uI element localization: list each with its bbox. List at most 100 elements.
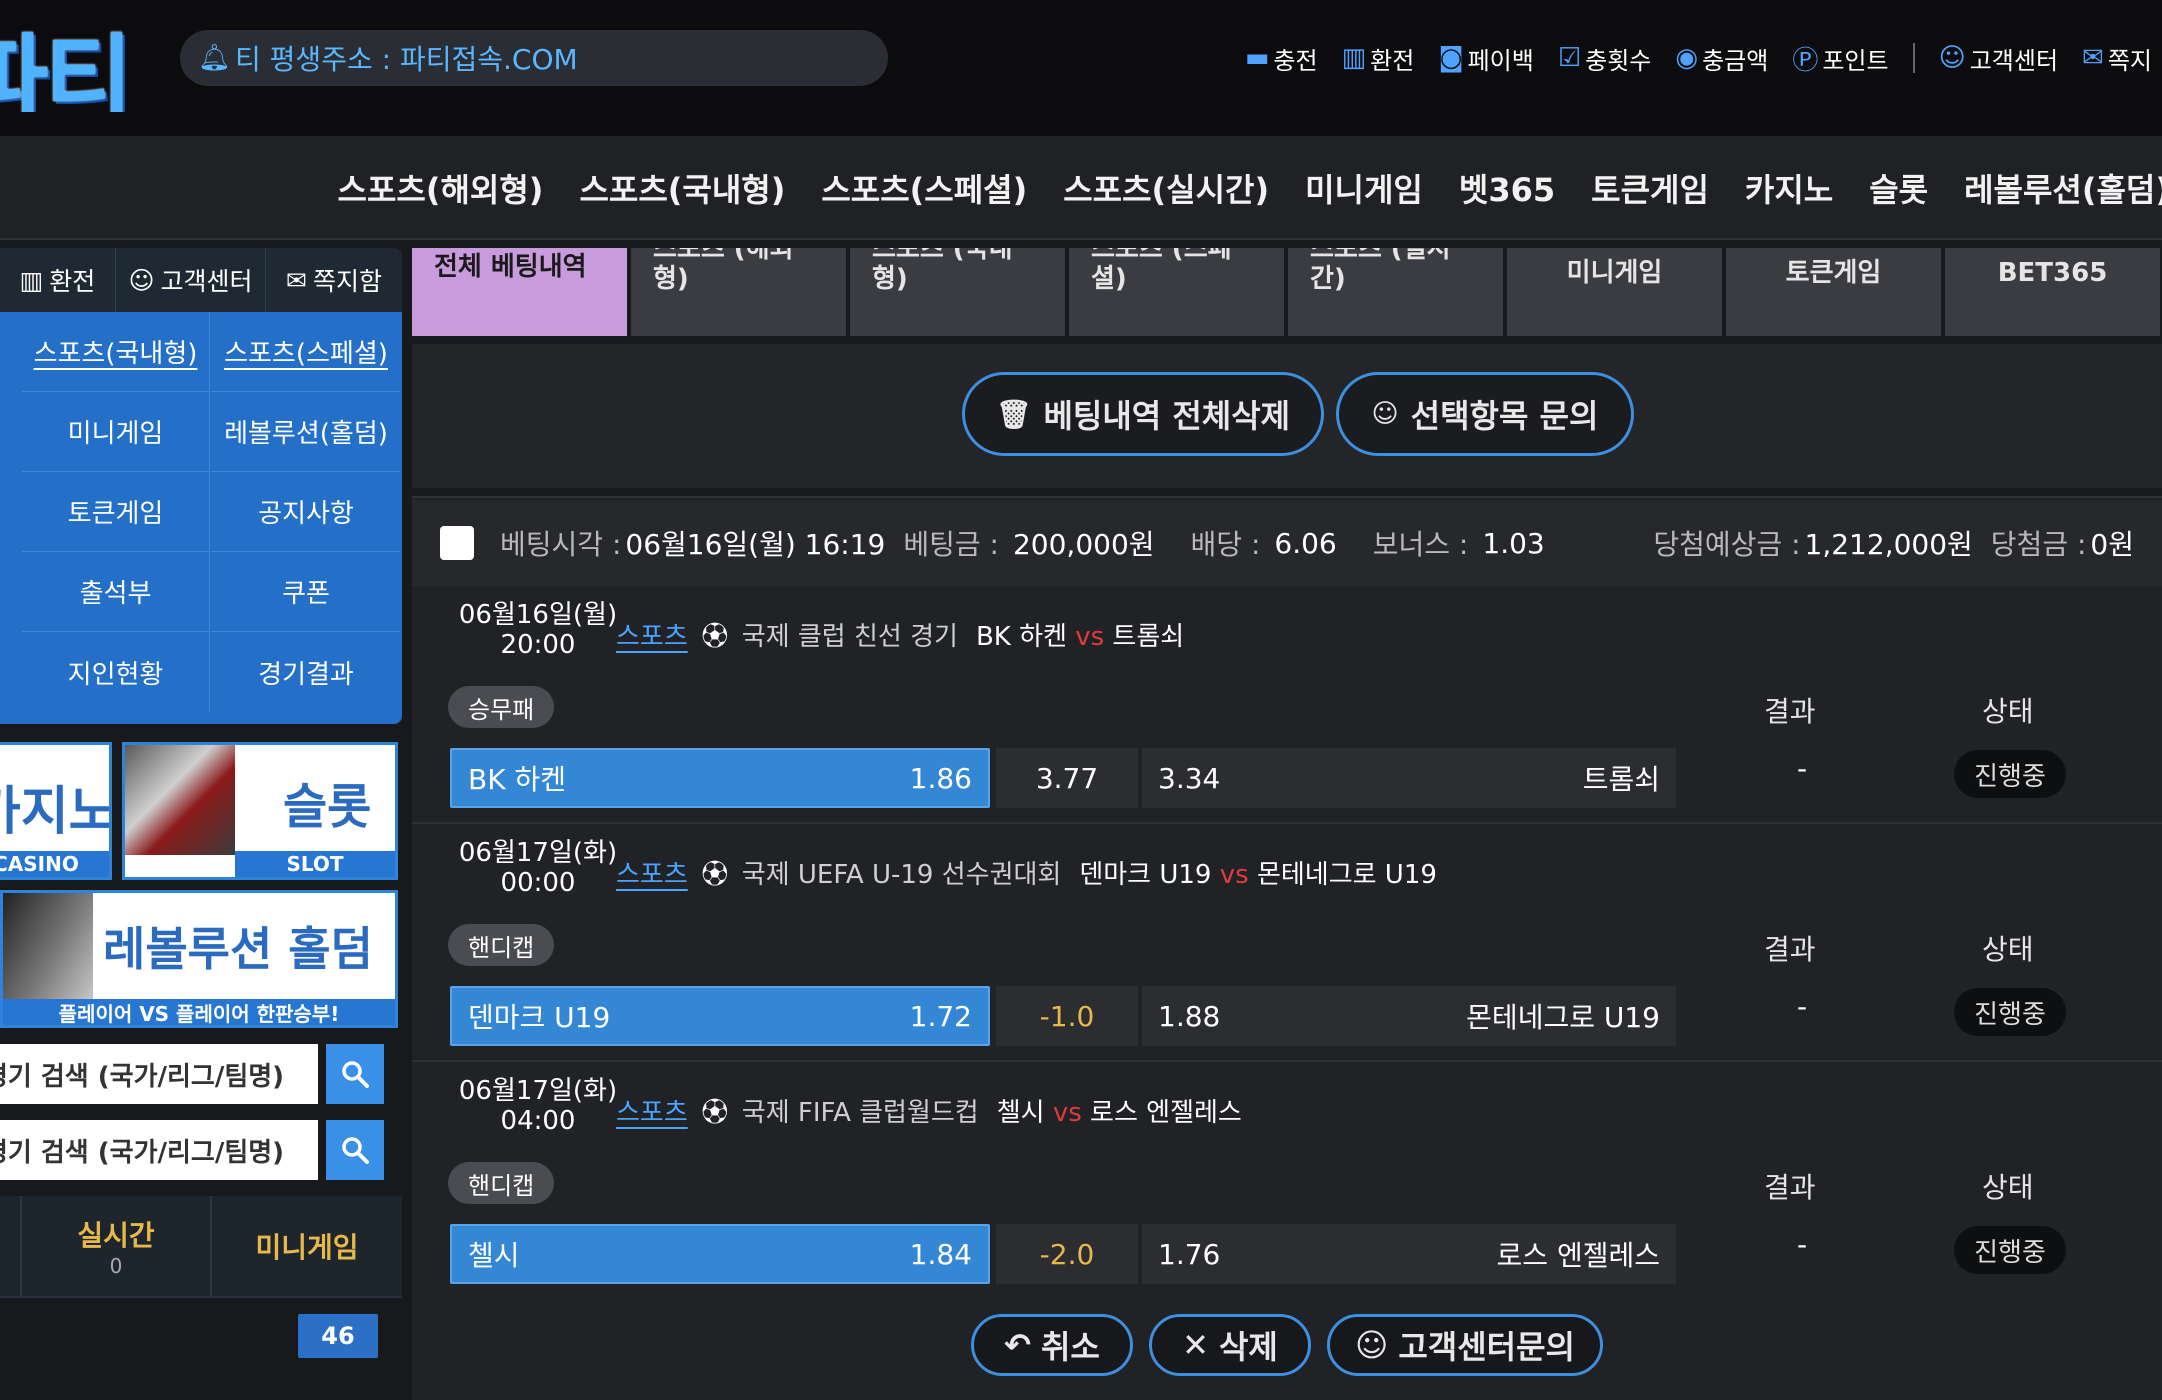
top-menu: ▬ 충전 ▥ 환전 ◙ 페이백 ☑ 충횟수 ◉ 충금액 Ⓟ 포인트 ☺ 고객센터 ✉ 쪽지 xyxy=(1245,38,2152,78)
soccer-ball-icon: ⚽︎ xyxy=(701,1098,728,1128)
topmenu-divider xyxy=(1912,43,1915,73)
bet-history-tabs: 전체 베팅내역 스포츠 (해외형) 스포츠 (국내형) 스포츠 (스페셜) 스포… xyxy=(412,248,2162,336)
sidebar-item-sports-domestic[interactable]: 스포츠(국내형) xyxy=(22,312,210,392)
league-name: 국제 UEFA U-19 선수권대회 xyxy=(741,860,1062,890)
sidebar-item-results[interactable]: 경기결과 xyxy=(212,632,400,712)
topmenu-point[interactable]: Ⓟ 포인트 xyxy=(1792,40,1888,77)
league-name: 국제 클럽 친선 경기 xyxy=(741,622,958,652)
support-inquiry-button[interactable]: ☺ 고객센터문의 xyxy=(1327,1314,1603,1376)
soccer-ball-icon: ⚽︎ xyxy=(701,860,728,890)
away-odds[interactable]: 1.76 로스 엔젤레스 xyxy=(1142,1224,1676,1284)
topmenu-withdraw[interactable]: ▥ 환전 xyxy=(1342,41,1415,76)
sidebar-search-input-2[interactable]: 경기 검색 (국가/리그/팀명) xyxy=(0,1120,318,1180)
close-icon: ✕ xyxy=(1182,1326,1209,1364)
sidebar-withdraw[interactable]: ▥ 환전 xyxy=(0,248,116,312)
topmenu-charge-count[interactable]: ☑ 충횟수 xyxy=(1558,41,1652,76)
handicap-value: -1.0 xyxy=(996,986,1138,1046)
home-odds-selected[interactable]: 첼시 1.84 xyxy=(450,1224,990,1284)
main-nav: 스포츠(해외형) 스포츠(국내형) 스포츠(스페셜) 스포츠(실시간) 미니게임… xyxy=(338,136,2162,240)
home-odds-selected[interactable]: BK 하켄 1.86 xyxy=(450,748,990,808)
cancel-button[interactable]: ↶ 취소 xyxy=(971,1314,1133,1376)
away-team: 로스 엔젤레스 xyxy=(1090,1098,1242,1128)
away-odds[interactable]: 3.34 트롬쇠 xyxy=(1142,748,1676,808)
support-icon: ☺ xyxy=(1355,1326,1389,1364)
nav-sports-live[interactable]: 스포츠(실시간) xyxy=(1063,165,1269,211)
result-header: 결과 xyxy=(1764,933,1816,966)
tab-sports-special[interactable]: 스포츠 (스페셜) xyxy=(1069,248,1284,336)
sidebar-support[interactable]: ☺ 고객센터 xyxy=(116,248,266,312)
nav-sports-domestic[interactable]: 스포츠(국내형) xyxy=(579,165,785,211)
topmenu-charge[interactable]: ▬ 충전 xyxy=(1245,41,1318,76)
away-odds[interactable]: 1.88 몬테네그로 U19 xyxy=(1142,986,1676,1046)
nav-sports-overseas[interactable]: 스포츠(해외형) xyxy=(338,165,544,211)
tab-sports-live[interactable]: 스포츠 (실시간) xyxy=(1288,248,1503,336)
sidebar-item-token-game[interactable]: 토큰게임 xyxy=(22,472,210,552)
status-badge: 진행중 xyxy=(1954,988,2066,1036)
nav-casino[interactable]: 카지노 xyxy=(1745,165,1833,211)
slot-machine-image xyxy=(125,745,235,855)
delete-all-button[interactable]: 🗑︎ 베팅내역 전체삭제 xyxy=(962,372,1324,456)
slot-banner[interactable]: 슬롯 SLOT xyxy=(122,742,398,880)
nav-bet365[interactable]: 벳365 xyxy=(1459,165,1555,211)
site-logo[interactable]: 파티 xyxy=(0,0,160,112)
draw-odds[interactable]: 3.77 xyxy=(996,748,1138,808)
topmenu-payback[interactable]: ◙ 페이백 xyxy=(1438,41,1533,76)
sidebar-grid-menu: 스포츠(국내형) 스포츠(스페셜) 미니게임 레볼루션(홀덤) 토큰게임 공지사… xyxy=(0,312,402,724)
tab-sports-domestic[interactable]: 스포츠 (국내형) xyxy=(850,248,1065,336)
sidebar-item-referral[interactable]: 지인현황 xyxy=(22,632,210,712)
sidebar-search-button-1[interactable] xyxy=(326,1044,384,1104)
holdem-banner[interactable]: 레볼루션 홀덤 플레이어 VS 플레이어 한판승부! xyxy=(0,890,398,1028)
sidebar-tab-hidden[interactable] xyxy=(0,1196,22,1296)
sport-link[interactable]: 스포츠 xyxy=(616,616,688,653)
away-team: 트롬쇠 xyxy=(1112,622,1185,652)
nav-revolution-holdem[interactable]: 레볼루션(홀덤) xyxy=(1964,165,2162,211)
trash-icon: 🗑︎ xyxy=(995,397,1032,431)
nav-minigame[interactable]: 미니게임 xyxy=(1305,165,1423,211)
message-icon: ✉ xyxy=(2082,43,2104,73)
topmenu-message[interactable]: ✉ 쪽지 xyxy=(2082,41,2152,76)
inquiry-selected-button[interactable]: ☺ 선택항목 문의 xyxy=(1336,372,1634,456)
sidebar-item-attendance[interactable]: 출석부 xyxy=(22,552,210,632)
sidebar-tab-minigame[interactable]: 미니게임 xyxy=(212,1196,402,1296)
count-badge: 46 xyxy=(298,1314,378,1358)
sidebar-item-sports-special[interactable]: 스포츠(스페셜) xyxy=(212,312,400,392)
search-icon xyxy=(342,1137,369,1164)
tab-sports-overseas[interactable]: 스포츠 (해외형) xyxy=(631,248,846,336)
tab-token-game[interactable]: 토큰게임 xyxy=(1726,248,1941,336)
sidebar-tab-live[interactable]: 실시간 0 xyxy=(22,1196,212,1296)
sport-link[interactable]: 스포츠 xyxy=(616,854,688,891)
home-team: BK 하켄 xyxy=(975,622,1067,652)
vs-label: vs xyxy=(1219,860,1249,890)
undo-icon: ↶ xyxy=(1004,1326,1031,1364)
delete-button[interactable]: ✕ 삭제 xyxy=(1149,1314,1311,1376)
sidebar-messages[interactable]: ✉ 쪽지함 xyxy=(266,248,402,312)
sidebar-item-holdem[interactable]: 레볼루션(홀덤) xyxy=(212,392,400,472)
casino-banner[interactable]: 카지노 CASINO xyxy=(0,742,112,880)
atm-icon: ▥ xyxy=(19,265,44,295)
status-header: 상태 xyxy=(1982,1171,2034,1204)
tab-bet365[interactable]: BET365 xyxy=(1945,248,2160,336)
bell-icon: 🔔︎ xyxy=(198,43,232,73)
home-odds-selected[interactable]: 덴마크 U19 1.72 xyxy=(450,986,990,1046)
sidebar-item-coupon[interactable]: 쿠폰 xyxy=(212,552,400,632)
status-header: 상태 xyxy=(1982,695,2034,728)
nav-sports-special[interactable]: 스포츠(스페셜) xyxy=(821,165,1027,211)
nav-token-game[interactable]: 토큰게임 xyxy=(1591,165,1709,211)
sidebar-search-input-1[interactable]: 경기 검색 (국가/리그/팀명) xyxy=(0,1044,318,1104)
nav-slot[interactable]: 슬롯 xyxy=(1869,165,1928,211)
select-checkbox[interactable] xyxy=(440,526,474,560)
tab-all-bets[interactable]: 전체 베팅내역 xyxy=(412,248,627,336)
topmenu-support[interactable]: ☺ 고객센터 xyxy=(1939,41,2058,76)
market-type-badge: 핸디캡 xyxy=(448,1162,555,1204)
message-icon: ✉ xyxy=(286,265,307,295)
match-time: 00:00 xyxy=(500,868,576,898)
sidebar-search-button-2[interactable] xyxy=(326,1120,384,1180)
match-time: 04:00 xyxy=(500,1106,576,1136)
sidebar-item-minigame[interactable]: 미니게임 xyxy=(22,392,210,472)
home-team: 첼시 xyxy=(996,1098,1045,1128)
sport-link[interactable]: 스포츠 xyxy=(616,1092,688,1129)
status-header: 상태 xyxy=(1982,933,2034,966)
tab-minigame[interactable]: 미니게임 xyxy=(1507,248,1722,336)
sidebar-item-notice[interactable]: 공지사항 xyxy=(212,472,400,552)
topmenu-charge-amount[interactable]: ◉ 충금액 xyxy=(1675,41,1768,76)
